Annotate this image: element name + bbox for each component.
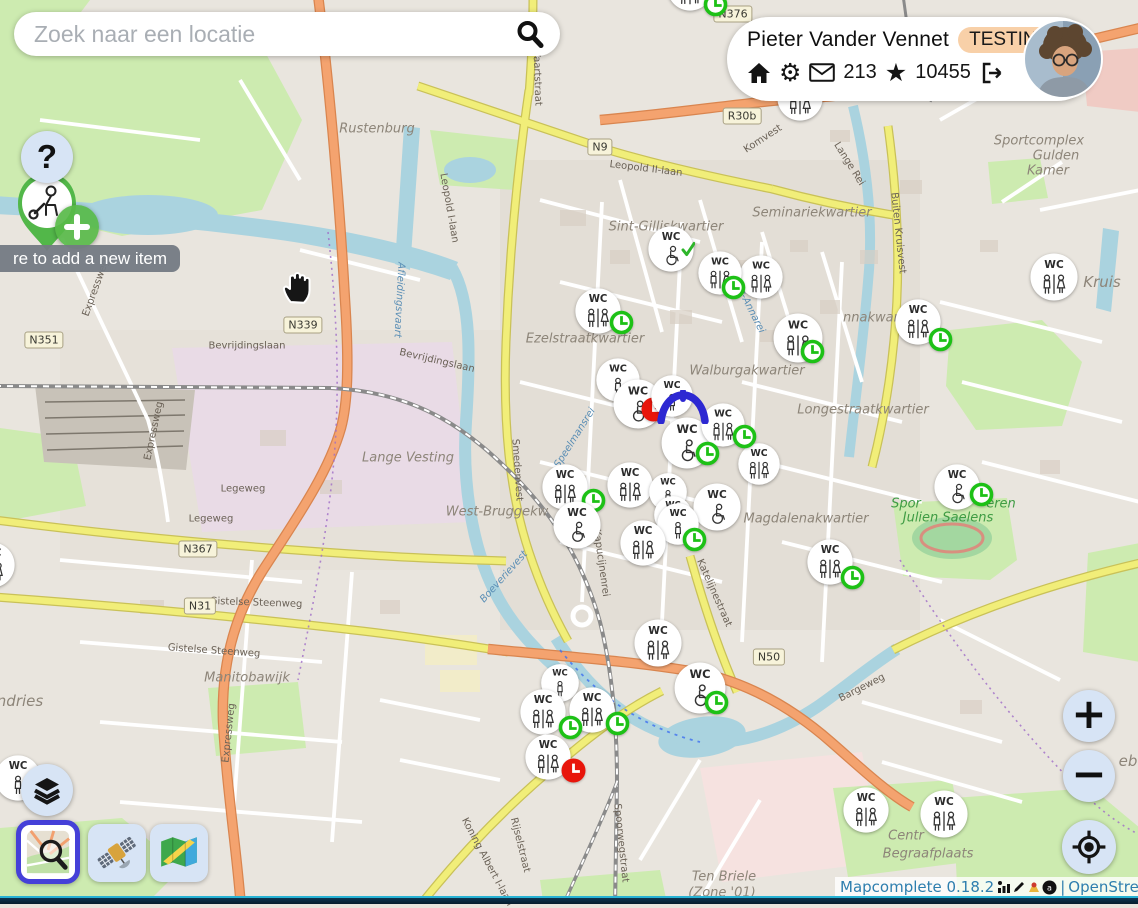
- open-hours-badge: [557, 714, 584, 741]
- editor-pen-icon[interactable]: [1012, 880, 1026, 894]
- add-item-tooltip: re to add a new item: [0, 245, 180, 272]
- zoom-out-button[interactable]: −: [1063, 750, 1115, 802]
- avatar[interactable]: [1023, 19, 1103, 99]
- osm-map-magnifier-icon: [25, 829, 71, 875]
- search-icon[interactable]: [514, 18, 546, 50]
- osm-profile-icon[interactable]: a: [1042, 880, 1057, 895]
- user-name: Pieter Vander Vennet: [747, 28, 949, 52]
- stacked-layers-icon: [32, 775, 62, 805]
- attribution-bar: Mapcomplete 0.18.2 a | OpenStreetMap: [835, 877, 1138, 897]
- open-hours-badge: [799, 338, 826, 365]
- theme-logo-icon[interactable]: [1027, 880, 1041, 894]
- bottom-strip: [0, 896, 1138, 904]
- osm-link[interactable]: OpenStreetMap: [1068, 878, 1138, 896]
- open-hours-badge: [720, 274, 747, 301]
- folded-map-icon: [158, 832, 200, 874]
- plus-icon: +: [1071, 693, 1106, 735]
- question-mark-icon: ?: [37, 138, 57, 176]
- grab-hand-cursor: [280, 267, 316, 305]
- geolocate-button[interactable]: [1062, 820, 1116, 874]
- open-hours-badge: [681, 526, 708, 553]
- messages-envelope-icon[interactable]: [809, 63, 835, 82]
- open-hours-badge: [703, 689, 730, 716]
- star-icon: ★: [885, 60, 907, 85]
- logout-icon[interactable]: [979, 61, 1004, 85]
- statistics-icon[interactable]: [997, 880, 1011, 894]
- minus-icon: −: [1071, 753, 1106, 795]
- add-item-plus-button[interactable]: [55, 205, 99, 249]
- attribution-separator: |: [1060, 878, 1065, 896]
- open-hours-badge: [608, 309, 635, 336]
- satellite-icon: [96, 832, 138, 874]
- zoom-in-button[interactable]: +: [1063, 690, 1115, 742]
- closed-hours-badge: [560, 757, 587, 784]
- messages-count: 213: [843, 61, 876, 84]
- home-icon[interactable]: [747, 62, 771, 84]
- background-osm-button[interactable]: [16, 820, 80, 884]
- svg-text:a: a: [1047, 883, 1052, 892]
- open-hours-badge: [702, 0, 729, 18]
- settings-gear-icon[interactable]: ⚙: [779, 60, 801, 85]
- background-map-button[interactable]: [150, 824, 208, 882]
- changeset-count: 10455: [915, 61, 971, 84]
- open-hours-badge: [694, 440, 721, 467]
- help-button[interactable]: ?: [21, 131, 73, 183]
- open-hours-badge: [968, 481, 995, 508]
- badge-layer: [0, 0, 1138, 904]
- open-hours-badge: [604, 710, 631, 737]
- background-aerial-button[interactable]: [88, 824, 146, 882]
- search-bar: [14, 12, 560, 56]
- app-version-label[interactable]: Mapcomplete 0.18.2: [840, 878, 994, 896]
- open-hours-badge: [839, 564, 866, 591]
- crosshair-icon: [1071, 829, 1107, 865]
- plus-icon: [64, 214, 90, 240]
- open-hours-badge: [731, 423, 758, 450]
- open-hours-badge: [927, 326, 954, 353]
- search-input[interactable]: [32, 20, 514, 49]
- layers-button[interactable]: [21, 764, 73, 816]
